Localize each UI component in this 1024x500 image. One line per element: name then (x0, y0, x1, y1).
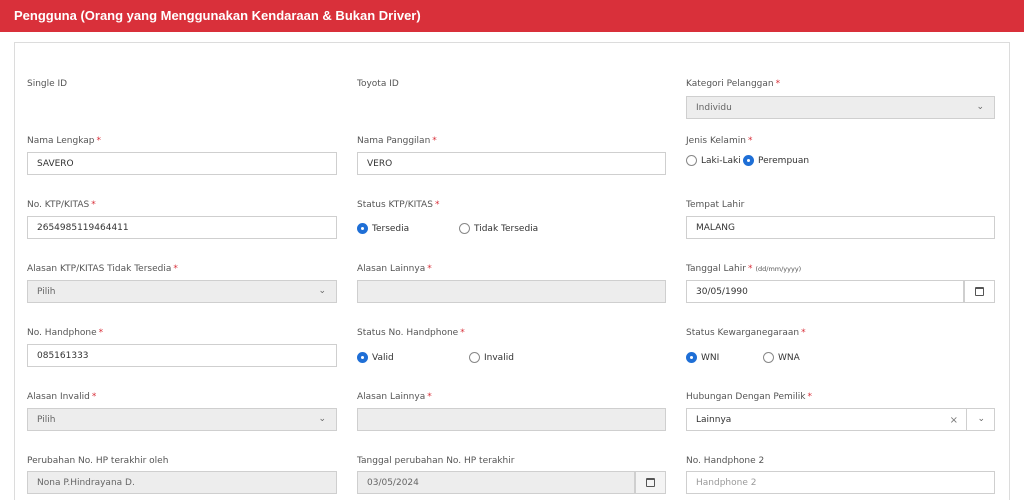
jenis-kelamin-radio-perempuan[interactable]: Perempuan (743, 155, 809, 166)
radio-laki-laki[interactable] (686, 155, 697, 166)
kategori-pelanggan-select[interactable]: Individu ⌄ (686, 96, 995, 119)
alasan-ktp-label: Alasan KTP/KITAS Tidak Tersedia * (27, 264, 178, 274)
single-id-label: Single ID (27, 79, 68, 89)
jenis-kelamin-radio-laki[interactable]: Laki-Laki (686, 155, 741, 166)
tanggal-perubahan-hp-label: Tanggal perubahan No. HP terakhir (357, 456, 515, 466)
tanggal-perubahan-hp-input: 03/05/2024 (357, 471, 635, 494)
chevron-down-icon: ⌄ (318, 286, 326, 296)
alasan-lainnya-label: Alasan Lainnya * (357, 264, 432, 274)
hubungan-pemilik-select[interactable]: Lainnya × ⌄ (686, 408, 995, 431)
status-handphone-radio-valid[interactable]: Valid (357, 352, 394, 363)
radio-invalid[interactable] (469, 352, 480, 363)
toyota-id-label: Toyota ID (357, 79, 399, 89)
nama-panggilan-label: Nama Panggilan * (357, 136, 437, 146)
nama-panggilan-input[interactable]: VERO (357, 152, 666, 175)
chevron-down-icon: ⌄ (318, 414, 326, 424)
hubungan-pemilik-label: Hubungan Dengan Pemilik * (686, 392, 812, 402)
alasan-lainnya-input[interactable] (357, 280, 666, 303)
tanggal-lahir-label: Tanggal Lahir * (dd/mm/yyyy) (686, 264, 802, 274)
radio-wna[interactable] (763, 352, 774, 363)
no-handphone-2-input[interactable]: Handphone 2 (686, 471, 995, 494)
tempat-lahir-input[interactable]: MALANG (686, 216, 995, 239)
status-handphone-radio-invalid[interactable]: Invalid (469, 352, 514, 363)
no-ktp-input[interactable]: 2654985119464411 (27, 216, 337, 239)
section-header: Pengguna (Orang yang Menggunakan Kendara… (0, 0, 1024, 32)
radio-perempuan[interactable] (743, 155, 754, 166)
status-handphone-label: Status No. Handphone * (357, 328, 465, 338)
no-handphone-input[interactable]: 085161333 (27, 344, 337, 367)
nama-lengkap-input[interactable]: SAVERO (27, 152, 337, 175)
alasan-invalid-label: Alasan Invalid * (27, 392, 97, 402)
radio-tersedia[interactable] (357, 223, 368, 234)
alasan-lainnya-2-label: Alasan Lainnya * (357, 392, 432, 402)
radio-tidak-tersedia[interactable] (459, 223, 470, 234)
no-handphone-label: No. Handphone * (27, 328, 104, 338)
calendar-icon (975, 287, 984, 296)
status-kewarganegaraan-label: Status Kewarganegaraan * (686, 328, 806, 338)
section-title: Pengguna (Orang yang Menggunakan Kendara… (14, 8, 421, 23)
alasan-ktp-select[interactable]: Pilih ⌄ (27, 280, 337, 303)
kategori-pelanggan-label: Kategori Pelanggan * (686, 79, 781, 89)
dropdown-toggle[interactable]: ⌄ (966, 409, 994, 430)
tanggal-perubahan-calendar-button[interactable] (635, 471, 666, 494)
no-handphone-2-label: No. Handphone 2 (686, 456, 765, 466)
chevron-down-icon: ⌄ (976, 102, 984, 112)
radio-wni[interactable] (686, 352, 697, 363)
tempat-lahir-label: Tempat Lahir (686, 200, 745, 210)
no-ktp-label: No. KTP/KITAS * (27, 200, 96, 210)
jenis-kelamin-label: Jenis Kelamin * (686, 136, 753, 146)
alasan-invalid-select[interactable]: Pilih ⌄ (27, 408, 337, 431)
tanggal-lahir-input[interactable]: 30/05/1990 (686, 280, 964, 303)
tanggal-lahir-calendar-button[interactable] (964, 280, 995, 303)
alasan-lainnya-2-input[interactable] (357, 408, 666, 431)
perubahan-hp-oleh-label: Perubahan No. HP terakhir oleh (27, 456, 169, 466)
radio-valid[interactable] (357, 352, 368, 363)
kewarganegaraan-radio-wna[interactable]: WNA (763, 352, 800, 363)
perubahan-hp-oleh-input: Nona P.Hindrayana D. (27, 471, 337, 494)
status-ktp-radio-tersedia[interactable]: Tersedia (357, 223, 409, 234)
clear-icon[interactable]: × (950, 415, 958, 426)
nama-lengkap-label: Nama Lengkap * (27, 136, 101, 146)
kewarganegaraan-radio-wni[interactable]: WNI (686, 352, 719, 363)
calendar-icon (646, 478, 655, 487)
status-ktp-label: Status KTP/KITAS * (357, 200, 440, 210)
status-ktp-radio-tidak-tersedia[interactable]: Tidak Tersedia (459, 223, 538, 234)
chevron-down-icon: ⌄ (977, 414, 985, 424)
